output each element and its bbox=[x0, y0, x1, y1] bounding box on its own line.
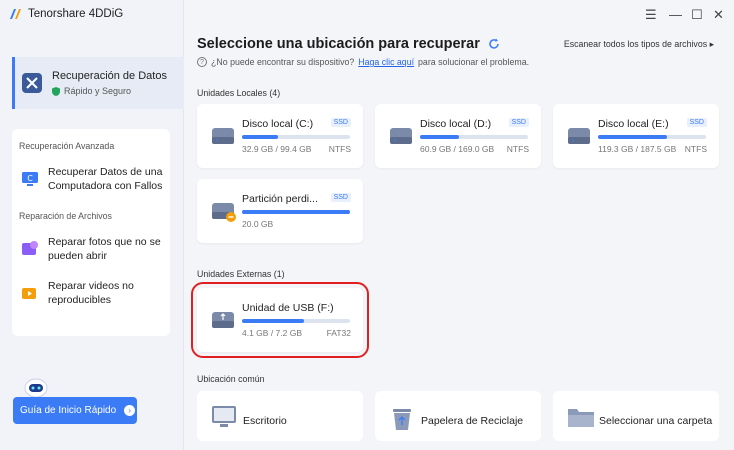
app-brand: Tenorshare 4DDiG bbox=[8, 7, 123, 21]
drive-filesystem: NTFS bbox=[506, 144, 529, 154]
help-link[interactable]: Haga clic aquí bbox=[358, 57, 414, 67]
crashed-computer-icon: C bbox=[22, 172, 38, 186]
help-line: ? ¿No puede encontrar su dispositivo? Ha… bbox=[197, 57, 529, 67]
repair-section-title: Reparación de Archivos bbox=[19, 211, 112, 221]
guide-button-label: Guía de Inicio Rápido bbox=[20, 405, 117, 416]
drive-card[interactable]: Partición perdi... SSD 20.0 GB bbox=[197, 179, 363, 243]
caret-right-icon: ▸ bbox=[709, 39, 714, 49]
drive-filesystem: NTFS bbox=[328, 144, 351, 154]
drive-card[interactable]: Disco local (E:) SSD 119.3 GB / 187.5 GB… bbox=[553, 104, 719, 168]
lost-partition-icon bbox=[212, 203, 236, 222]
external-drives-label: Unidades Externas (1) bbox=[197, 269, 285, 279]
desktop-icon bbox=[212, 406, 236, 427]
drive-card[interactable]: Disco local (C:) SSD 32.9 GB / 99.4 GB N… bbox=[197, 104, 363, 168]
drive-name: Disco local (C:) bbox=[242, 118, 314, 130]
local-drives-label: Unidades Locales (4) bbox=[197, 88, 281, 98]
location-label: Seleccionar una carpeta bbox=[599, 415, 713, 427]
hard-drive-icon bbox=[212, 128, 234, 144]
minimize-icon[interactable]: — bbox=[669, 7, 682, 22]
question-icon: ? bbox=[197, 57, 207, 67]
usage-bar bbox=[242, 135, 350, 139]
sidebar: Tenorshare 4DDiG Recuperación de Datos R… bbox=[0, 0, 184, 450]
advanced-section-title: Recuperación Avanzada bbox=[19, 141, 115, 151]
robot-assistant-icon bbox=[24, 378, 48, 398]
location-label: Escritorio bbox=[243, 415, 287, 427]
drive-name: Partición perdi... bbox=[242, 193, 318, 205]
sidebar-item-repair-videos[interactable]: Reparar videos no reproducibles bbox=[20, 279, 165, 307]
location-desktop[interactable]: Escritorio bbox=[197, 391, 363, 441]
usage-bar bbox=[242, 210, 350, 214]
scan-all-file-types-link[interactable]: Escanear todos los tipos de archivos ▸ bbox=[564, 39, 714, 50]
usage-bar bbox=[420, 135, 528, 139]
location-select-folder[interactable]: Seleccionar una carpeta bbox=[553, 391, 719, 441]
quick-start-guide-button[interactable]: Guía de Inicio Rápido › bbox=[13, 397, 137, 424]
ssd-badge: SSD bbox=[686, 118, 707, 127]
ssd-badge: SSD bbox=[508, 118, 529, 127]
video-repair-icon bbox=[22, 288, 36, 299]
sidebar-item-sublabel: Rápido y Seguro bbox=[52, 86, 167, 96]
sidebar-item-crashed-computer[interactable]: C Recuperar Datos de una Computadora con… bbox=[20, 165, 165, 193]
recycle-bin-icon bbox=[393, 409, 411, 430]
drive-name: Unidad de USB (F:) bbox=[242, 302, 334, 314]
hard-drive-icon bbox=[390, 128, 412, 144]
menu-icon[interactable]: ☰ bbox=[645, 7, 657, 23]
hard-drive-icon bbox=[568, 128, 590, 144]
svg-text:C: C bbox=[27, 174, 33, 183]
drive-size: 119.3 GB / 187.5 GB bbox=[598, 144, 677, 154]
maximize-icon[interactable]: ☐ bbox=[691, 7, 703, 23]
usage-bar bbox=[598, 135, 706, 139]
location-recycle-bin[interactable]: Papelera de Reciclaje bbox=[375, 391, 541, 441]
advanced-panel: Recuperación Avanzada C Recuperar Datos … bbox=[12, 129, 170, 336]
tools-icon bbox=[22, 73, 42, 93]
sidebar-item-label: Recuperar Datos de una Computadora con F… bbox=[48, 166, 163, 192]
sidebar-item-data-recovery[interactable]: Recuperación de Datos Rápido y Seguro bbox=[12, 57, 184, 109]
drive-name: Disco local (D:) bbox=[420, 118, 492, 130]
app-logo-icon bbox=[10, 9, 21, 19]
common-locations-label: Ubicación común bbox=[197, 374, 265, 384]
ssd-badge: SSD bbox=[330, 118, 351, 127]
ssd-badge: SSD bbox=[330, 193, 351, 202]
drive-name: Disco local (E:) bbox=[598, 118, 669, 130]
main-panel: ☰ — ☐ ✕ Seleccione una ubicación para re… bbox=[185, 0, 734, 450]
usage-bar-fill bbox=[420, 135, 459, 139]
usb-drive-icon bbox=[212, 312, 234, 328]
drive-size: 32.9 GB / 99.4 GB bbox=[242, 144, 312, 154]
usage-bar-fill bbox=[598, 135, 668, 139]
sidebar-item-label: Reparar videos no reproducibles bbox=[48, 280, 134, 306]
usage-bar-fill bbox=[242, 319, 304, 323]
drive-filesystem: NTFS bbox=[684, 144, 707, 154]
photo-repair-icon bbox=[22, 241, 38, 255]
drive-size: 20.0 GB bbox=[242, 219, 274, 229]
shield-icon bbox=[52, 86, 60, 96]
drive-card[interactable]: Disco local (D:) SSD 60.9 GB / 169.0 GB … bbox=[375, 104, 541, 168]
sidebar-item-label: Recuperación de Datos bbox=[52, 70, 167, 82]
arrow-right-icon: › bbox=[124, 405, 136, 416]
usage-bar-fill bbox=[242, 210, 350, 214]
sidebar-item-label: Reparar fotos que no se pueden abrir bbox=[48, 236, 161, 262]
refresh-icon[interactable] bbox=[488, 38, 500, 50]
close-icon[interactable]: ✕ bbox=[713, 7, 724, 23]
drive-size: 4.1 GB / 7.2 GB bbox=[242, 328, 303, 338]
drive-filesystem: FAT32 bbox=[326, 328, 351, 338]
folder-icon bbox=[568, 409, 594, 427]
app-name: Tenorshare 4DDiG bbox=[28, 8, 124, 20]
drive-size: 60.9 GB / 169.0 GB bbox=[420, 144, 495, 154]
page-title: Seleccione una ubicación para recuperar bbox=[197, 36, 500, 52]
location-label: Papelera de Reciclaje bbox=[421, 415, 524, 427]
usage-bar bbox=[242, 319, 350, 323]
sidebar-item-repair-photos[interactable]: Reparar fotos que no se pueden abrir bbox=[20, 235, 165, 263]
usb-drive-card[interactable]: Unidad de USB (F:) 4.1 GB / 7.2 GB FAT32 bbox=[191, 282, 369, 358]
usage-bar-fill bbox=[242, 135, 278, 139]
